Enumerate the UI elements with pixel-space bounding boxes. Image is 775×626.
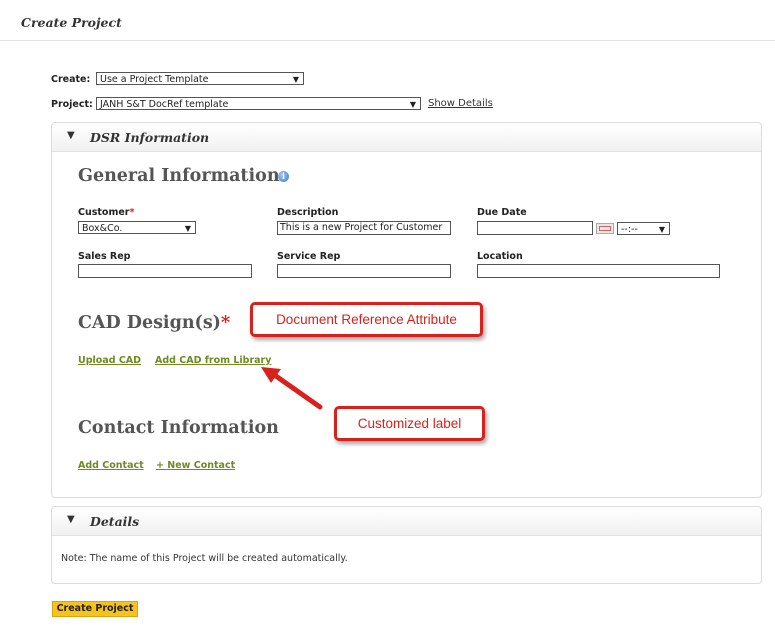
details-panel-title: Details: [90, 514, 140, 529]
required-asterisk: *: [220, 313, 231, 333]
customer-select[interactable]: Box&Co. ▼: [78, 221, 196, 234]
description-input[interactable]: This is a new Project for Customer: [277, 221, 451, 235]
red-arrow-icon: [261, 367, 323, 410]
location-input[interactable]: [477, 264, 720, 278]
project-label: Project:: [51, 99, 93, 110]
details-panel: [51, 506, 762, 584]
info-icon[interactable]: i: [278, 171, 289, 182]
project-select[interactable]: JANH S&T DocRef template ▼: [96, 97, 421, 110]
create-select[interactable]: Use a Project Template ▼: [96, 72, 304, 85]
document-reference-callout: Document Reference Attribute: [250, 302, 483, 337]
upload-cad-link[interactable]: Upload CAD: [78, 355, 141, 366]
sales-rep-label: Sales Rep: [78, 251, 131, 262]
new-contact-link[interactable]: + New Contact: [156, 460, 235, 471]
dropdown-arrow-icon: ▼: [292, 75, 299, 84]
dropdown-arrow-icon: ▼: [658, 225, 665, 234]
time-select[interactable]: --:-- ▼: [617, 222, 670, 235]
details-note: Note: The name of this Project will be c…: [61, 553, 348, 564]
general-information-heading: General Information: [78, 166, 280, 186]
customized-label-callout: Customized label: [334, 406, 485, 441]
page-title: Create Project: [21, 15, 122, 30]
calendar-icon[interactable]: [596, 223, 614, 234]
customer-label: Customer*: [78, 207, 135, 218]
add-contact-link[interactable]: Add Contact: [78, 460, 144, 471]
add-cad-library-link[interactable]: Add CAD from Library: [155, 355, 271, 366]
contact-information-heading: Contact Information: [78, 418, 279, 438]
collapse-triangle-icon[interactable]: ▼: [67, 130, 75, 141]
customer-select-value: Box&Co.: [82, 223, 123, 234]
collapse-triangle-icon[interactable]: ▼: [67, 514, 75, 525]
project-select-value: JANH S&T DocRef template: [100, 99, 229, 110]
dsr-panel-title: DSR Information: [90, 130, 210, 145]
show-details-link[interactable]: Show Details: [428, 98, 493, 109]
service-rep-input[interactable]: [277, 264, 451, 278]
due-date-input[interactable]: [477, 221, 593, 235]
due-date-label: Due Date: [477, 207, 527, 218]
title-divider: [0, 40, 775, 41]
create-label: Create:: [51, 74, 91, 85]
details-panel-header[interactable]: [52, 507, 761, 536]
dropdown-arrow-icon: ▼: [184, 224, 191, 233]
time-select-value: --:--: [621, 224, 638, 235]
required-asterisk: *: [129, 207, 135, 218]
red-arrow-shaft: [270, 371, 323, 410]
cad-designs-heading: CAD Design(s)*: [78, 313, 231, 333]
calendar-grid: [599, 226, 611, 231]
create-select-value: Use a Project Template: [100, 74, 209, 85]
location-label: Location: [477, 251, 523, 262]
dropdown-arrow-icon: ▼: [409, 100, 416, 109]
sales-rep-input[interactable]: [78, 264, 252, 278]
service-rep-label: Service Rep: [277, 251, 341, 262]
description-label: Description: [277, 207, 339, 218]
create-project-button[interactable]: Create Project: [52, 601, 138, 617]
